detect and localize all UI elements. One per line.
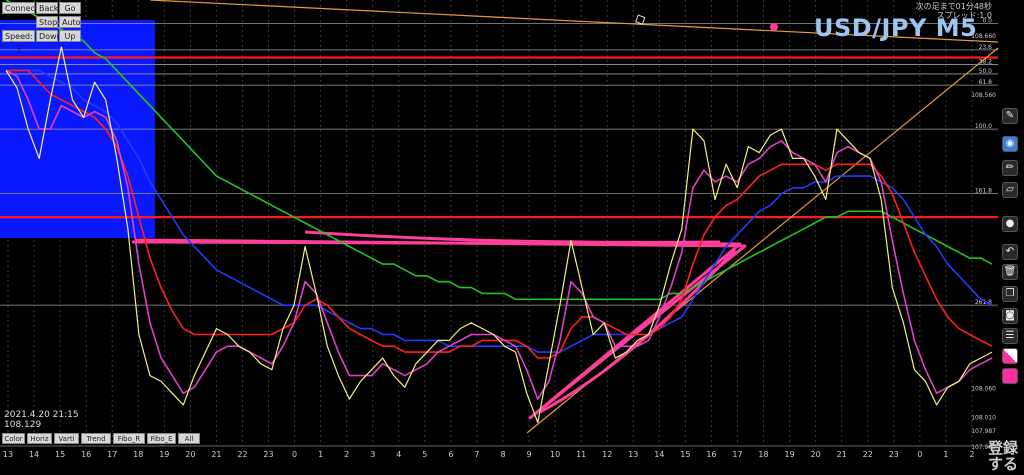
x-tick-label: 5: [422, 450, 427, 459]
x-tick-label: 0: [292, 450, 297, 459]
x-tick-label: 23: [263, 450, 273, 459]
color-button[interactable]: Color: [2, 433, 25, 444]
x-tick-label: 7: [474, 450, 479, 459]
drawing-dot: [770, 23, 778, 31]
fib-level-label: 23.6: [979, 44, 993, 51]
x-tick-label: 9: [527, 450, 532, 459]
drawing-toolbar: ✎ ◉ ✏ ▱ ● ↶ 🗑 ❐ ◙ ☰: [998, 100, 1022, 470]
cursor-price: 108.129: [4, 420, 42, 430]
y-tick-label: 108.560: [971, 92, 996, 99]
x-tick-label: 22: [863, 450, 873, 459]
horiz-button[interactable]: Horiz: [27, 433, 52, 444]
x-tick-label: 11: [576, 450, 586, 459]
back-button[interactable]: Back: [36, 2, 58, 14]
dot-icon[interactable]: ●: [1002, 216, 1018, 232]
x-tick-label: 1: [943, 450, 948, 459]
x-tick-label: 10: [550, 450, 560, 459]
y-tick-label: 107.987: [971, 428, 996, 435]
x-tick-label: 19: [159, 450, 169, 459]
x-tick-label: 1: [318, 450, 323, 459]
fib-level-label: 161.8: [975, 188, 992, 195]
fib-level-label: 100.0: [975, 123, 992, 130]
x-tick-label: 14: [29, 450, 39, 459]
x-tick-label: 2: [344, 450, 349, 459]
x-tick-label: 17: [732, 450, 742, 459]
x-tick-label: 16: [81, 450, 91, 459]
x-tick-label: 12: [602, 450, 612, 459]
x-tick-label: 18: [133, 450, 143, 459]
palette-icon[interactable]: [1002, 348, 1018, 364]
x-tick-label: 20: [185, 450, 195, 459]
ruler-icon[interactable]: ▱: [1002, 182, 1018, 198]
varti-button[interactable]: Varti: [54, 433, 79, 444]
connect-button[interactable]: Connect: [2, 2, 38, 14]
speed-button[interactable]: Speed: 1: [2, 30, 35, 53]
x-tick-label: 16: [706, 450, 716, 459]
x-tick-label: 8: [500, 450, 505, 459]
trend-button[interactable]: Trend: [81, 433, 111, 444]
x-tick-label: 22: [237, 450, 247, 459]
cursor-datetime: 2021.4.20 21:15: [4, 410, 79, 420]
square-icon[interactable]: [1002, 368, 1018, 384]
x-tick-label: 19: [784, 450, 794, 459]
spread-label: スプレッド:1.0: [936, 11, 992, 20]
up-button[interactable]: Up: [59, 30, 81, 42]
x-tick-label: 0: [917, 450, 922, 459]
pencil-icon[interactable]: ✏: [1002, 160, 1018, 176]
register-button[interactable]: 登録 する: [982, 440, 1024, 472]
camera-icon[interactable]: ◙: [1002, 308, 1018, 324]
x-tick-label: 13: [628, 450, 638, 459]
x-tick-label: 6: [448, 450, 453, 459]
y-tick-label: 108.060: [971, 385, 996, 392]
x-tick-label: 20: [811, 450, 821, 459]
x-tick-label: 18: [758, 450, 768, 459]
fib-level-label: 50.0: [979, 68, 993, 75]
undo-icon[interactable]: ↶: [1002, 244, 1018, 260]
go-button[interactable]: Go: [59, 2, 81, 14]
list-icon[interactable]: ☰: [1002, 328, 1018, 344]
x-tick-label: 15: [55, 450, 65, 459]
price-chart[interactable]: 0.023.638.250.061.8100.0161.8261.8 108.6…: [0, 0, 1024, 475]
fibo-r-button[interactable]: Fibo_R: [113, 433, 145, 444]
x-tick-label: 2: [969, 450, 974, 459]
x-tick-label: 14: [654, 450, 664, 459]
x-tick-label: 4: [396, 450, 401, 459]
x-tick-label: 15: [680, 450, 690, 459]
cursor-icon[interactable]: ✎: [1002, 108, 1018, 124]
fib-level-label: 61.8: [979, 79, 993, 86]
x-tick-label: 13: [3, 450, 13, 459]
eye-icon[interactable]: ◉: [1002, 136, 1018, 152]
x-tick-label: 23: [889, 450, 899, 459]
x-tick-label: 17: [107, 450, 117, 459]
x-tick-label: 21: [837, 450, 847, 459]
x-tick-label: 3: [370, 450, 375, 459]
y-tick-label: 108.010: [971, 415, 996, 422]
auto-button[interactable]: Auto: [59, 16, 81, 28]
fibo-e-button[interactable]: Fibo_E: [147, 433, 176, 444]
x-tick-label: 21: [211, 450, 221, 459]
copy-icon[interactable]: ❐: [1002, 286, 1018, 302]
trash-icon[interactable]: 🗑: [1002, 264, 1018, 280]
down-button[interactable]: Down: [36, 30, 62, 42]
all-button[interactable]: All: [178, 433, 200, 444]
stop-button[interactable]: Stop: [36, 16, 58, 28]
